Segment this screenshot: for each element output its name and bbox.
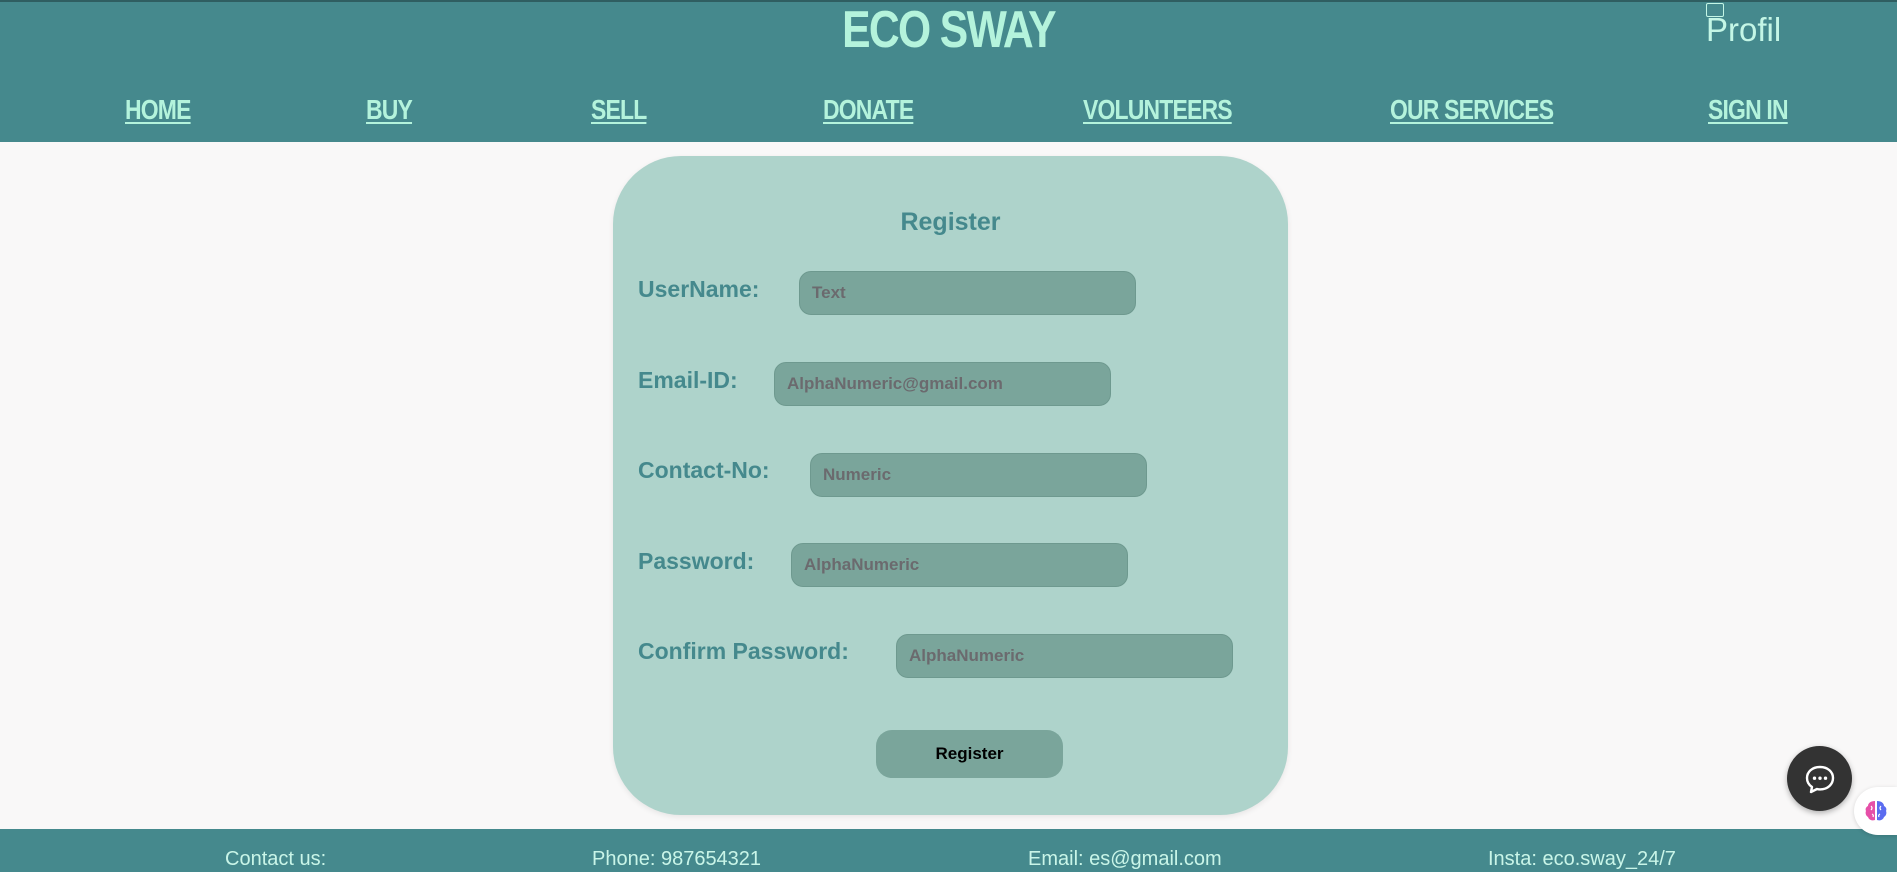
site-footer: Contact us: Phone: 987654321 Email: es@g… (0, 829, 1897, 872)
nav-sign-in[interactable]: SIGN IN (1708, 94, 1789, 126)
nav-our-services[interactable]: OUR SERVICES (1390, 94, 1554, 126)
confirm-password-field[interactable] (896, 634, 1233, 678)
nav-sell[interactable]: SELL (591, 94, 647, 126)
username-label: UserName: (638, 276, 760, 302)
footer-email: Email: es@gmail.com (1028, 848, 1222, 870)
footer-phone: Phone: 987654321 (592, 848, 762, 870)
nav-buy[interactable]: BUY (366, 94, 413, 126)
confirm-password-label: Confirm Password: (638, 638, 849, 664)
contact-no-field[interactable] (810, 453, 1147, 497)
profile-alt-text: Profil (1706, 11, 1782, 48)
nav-donate[interactable]: DONATE (823, 94, 914, 126)
register-button[interactable]: Register (876, 730, 1063, 778)
profile-image[interactable]: Profil (1706, 2, 1782, 52)
chat-button[interactable] (1787, 746, 1852, 811)
brain-icon (1865, 801, 1886, 821)
footer-insta: Insta: eco.sway_24/7 (1488, 848, 1676, 870)
password-label: Password: (638, 548, 755, 574)
footer-contact: Contact us: (225, 848, 327, 870)
nav-home[interactable]: HOME (125, 94, 191, 126)
site-header: ECO SWAY Profil HOME BUY SELL DONATE VOL… (0, 0, 1897, 142)
nav-volunteers[interactable]: VOLUNTEERS (1083, 94, 1233, 126)
contact-no-label: Contact-No: (638, 457, 770, 483)
brand-title: ECO SWAY (842, 1, 1056, 59)
username-field[interactable] (799, 271, 1136, 315)
register-card: Register UserName: Email-ID: Contact-No:… (613, 156, 1288, 815)
email-label: Email-ID: (638, 367, 738, 393)
extension-tab[interactable] (1854, 787, 1897, 835)
email-field[interactable] (774, 362, 1111, 406)
password-field[interactable] (791, 543, 1128, 587)
chat-bubble-icon (1805, 765, 1834, 793)
register-title: Register (900, 208, 1001, 236)
